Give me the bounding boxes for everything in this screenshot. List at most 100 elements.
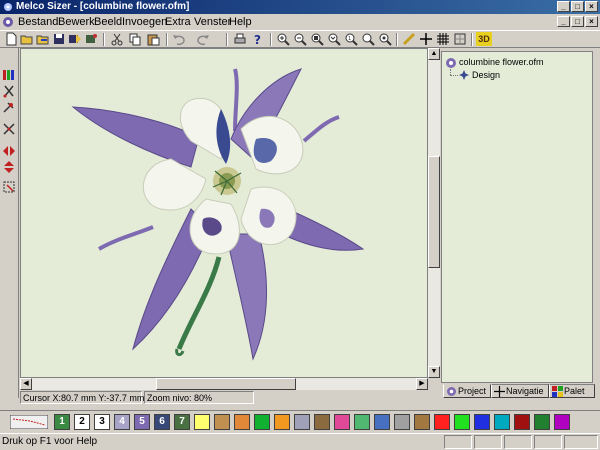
zoom-previous-icon[interactable] [361,32,375,46]
zoom-window-icon[interactable] [327,32,341,46]
select-icon[interactable] [2,180,16,194]
open-icon[interactable] [20,32,34,46]
help-icon[interactable]: ? [250,32,264,46]
thread-color-swatch[interactable] [554,414,570,430]
thread-color-swatch[interactable] [194,414,210,430]
thread-color-swatch[interactable] [354,414,370,430]
menu-extra[interactable]: Extra [164,15,192,29]
mdi-minimize-button[interactable]: _ [557,16,570,27]
zoom-fit-icon[interactable] [310,32,324,46]
status-panel [504,435,532,449]
panel-tabs: Project Navigatie Palet [441,384,598,398]
toolbar-separator [270,33,272,46]
scissors-icon[interactable] [2,84,16,98]
thread-color-swatch[interactable] [534,414,550,430]
status-panel [534,435,562,449]
zoom-in-icon[interactable] [276,32,290,46]
scroll-left-arrow-icon[interactable]: ◀ [20,378,32,390]
thread-color-swatch[interactable] [454,414,470,430]
zoom-1to1-icon[interactable]: 1 [344,32,358,46]
menu-bestand[interactable]: Bestand [17,15,59,29]
thread-color-swatch[interactable] [294,414,310,430]
thread-color-swatch[interactable]: 6 [154,414,170,430]
tab-navigatie-label: Navigatie [506,386,544,396]
maximize-button[interactable]: □ [571,1,584,12]
thread-color-swatch[interactable] [334,414,350,430]
mdi-restore-button[interactable]: □ [571,16,584,27]
thread-color-swatch[interactable]: 5 [134,414,150,430]
menu-invoegen[interactable]: Invoegen [121,15,168,29]
navigation-tab-icon [494,386,505,397]
thread-color-swatch[interactable] [514,414,530,430]
thread-color-swatch[interactable]: 3 [94,414,110,430]
menu-venster[interactable]: Venster [193,15,232,29]
scroll-down-arrow-icon[interactable]: ▼ [428,366,440,378]
zoom-realsize-icon[interactable] [378,32,392,46]
mirror-horizontal-icon[interactable] [2,144,16,158]
project-panel: columbine flower.ofm Design Project Navi… [441,48,598,400]
document-icon[interactable] [2,16,14,28]
main-toolbar: ? 1 3D [0,30,600,48]
menu-beeld[interactable]: Beeld [93,15,123,29]
thread-color-swatch[interactable]: 2 [74,414,90,430]
thread-color-swatch[interactable] [414,414,430,430]
color-bars-icon[interactable] [2,68,16,82]
canvas-horizontal-scrollbar[interactable]: ◀ ▶ [20,378,428,390]
tree-root-file[interactable]: columbine flower.ofm [459,57,544,68]
thread-color-swatch[interactable] [254,414,270,430]
tree-design-node[interactable]: Design [472,70,500,81]
open-folder-icon[interactable] [36,32,50,46]
cut-icon[interactable] [110,32,124,46]
mdi-close-button[interactable]: × [585,16,598,27]
mirror-vertical-icon[interactable] [2,160,16,174]
thread-color-swatch[interactable] [374,414,390,430]
thread-color-swatch[interactable]: 7 [174,414,190,430]
save-icon[interactable] [52,32,66,46]
design-canvas[interactable] [20,48,428,378]
thread-color-swatch[interactable] [214,414,230,430]
close-button[interactable]: × [585,1,598,12]
redo-icon[interactable] [196,32,210,46]
minimize-button[interactable]: _ [557,1,570,12]
thread-color-swatch[interactable]: 1 [54,414,70,430]
thread-color-swatch[interactable] [314,414,330,430]
print-icon[interactable] [233,32,247,46]
horizontal-scroll-thumb[interactable] [156,378,296,390]
thread-color-swatch[interactable] [394,414,410,430]
status-bar: Druk op F1 voor Help [0,434,600,450]
thread-color-swatch[interactable]: 4 [114,414,130,430]
canvas-vertical-scrollbar[interactable]: ▲ ▼ [428,48,440,378]
cursor-position: Cursor X:80.7 mm Y:-37.7 mm [20,391,144,404]
paste-icon[interactable] [146,32,160,46]
new-icon[interactable] [4,32,18,46]
hoop-icon[interactable] [453,32,467,46]
thread-color-swatch[interactable] [274,414,290,430]
grid-icon[interactable] [436,32,450,46]
cut-cross-icon[interactable] [2,122,16,136]
thread-line-icon[interactable] [10,415,48,429]
toolbar-separator [396,33,398,46]
tab-project[interactable]: Project [443,384,491,398]
thread-color-swatch[interactable] [434,414,450,430]
scroll-up-arrow-icon[interactable]: ▲ [428,48,440,60]
import-icon[interactable] [68,32,82,46]
svg-text:1: 1 [348,36,351,42]
svg-text:?: ? [254,33,261,46]
thread-color-swatch[interactable] [494,414,510,430]
menu-bewerk[interactable]: Bewerk [57,15,96,29]
vertical-scroll-thumb[interactable] [428,156,440,268]
ruler-icon[interactable] [402,32,416,46]
export-icon[interactable] [84,32,98,46]
tab-palet[interactable]: Palet [549,384,595,398]
menu-help[interactable]: Help [228,15,253,29]
zoom-out-icon[interactable] [293,32,307,46]
thread-color-swatch[interactable] [234,414,250,430]
crosshair-icon[interactable] [419,32,433,46]
undo-icon[interactable] [172,32,186,46]
scroll-right-arrow-icon[interactable]: ▶ [416,378,428,390]
thread-color-swatch[interactable] [474,414,490,430]
threed-view-button[interactable]: 3D [476,32,492,46]
pin-icon[interactable] [2,100,16,114]
copy-icon[interactable] [128,32,142,46]
tab-navigatie[interactable]: Navigatie [491,384,549,398]
